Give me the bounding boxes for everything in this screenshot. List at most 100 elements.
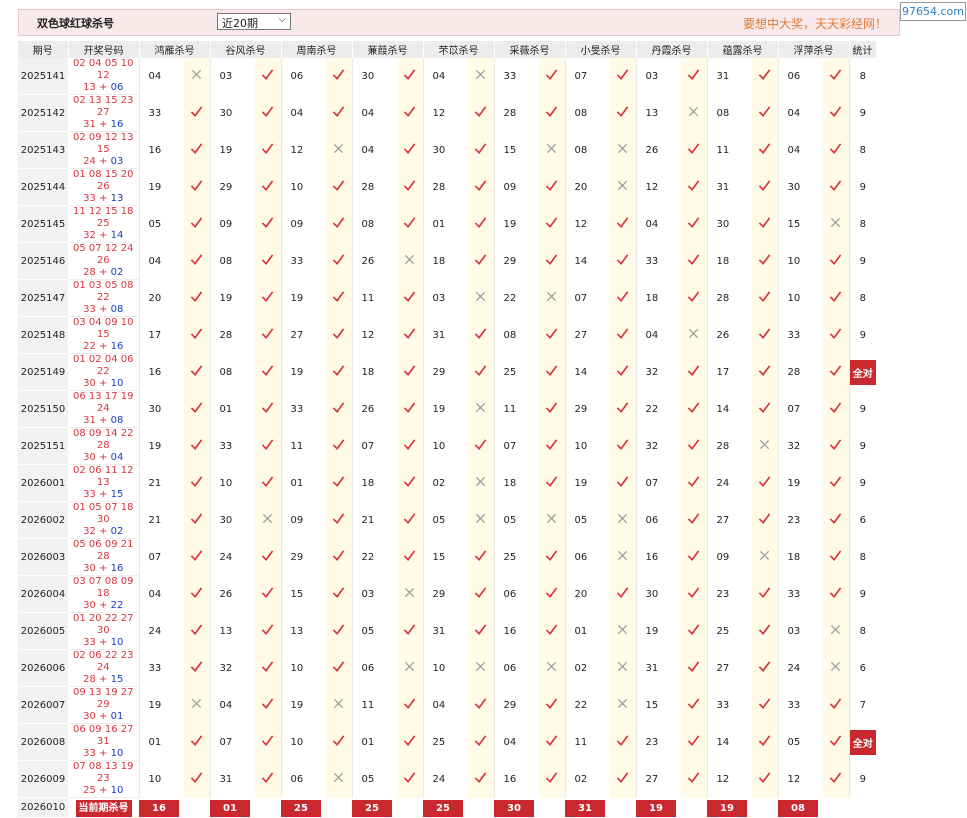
red-ball-last: 28 [83, 267, 96, 278]
hit-count-value: 9 [859, 477, 866, 489]
table-row: 2026004 03 07 08 09 18 30 + 22 04 26 15 03 29 06… [18, 575, 876, 613]
result-mark [255, 538, 281, 576]
check-icon [688, 661, 700, 672]
check-icon [333, 587, 345, 598]
kill-number: 06 [351, 649, 397, 687]
result-mark [255, 686, 281, 724]
column-header[interactable]: 开奖号码 [68, 41, 140, 58]
kill-number: 31 [635, 649, 681, 687]
result-mark [681, 353, 707, 391]
hit-count: 9 [848, 760, 876, 798]
check-icon [759, 365, 771, 376]
kill-number: 19 [280, 279, 326, 317]
kill-number: 12 [777, 760, 823, 798]
check-icon [262, 402, 274, 413]
column-header[interactable]: 丹霞杀号 [635, 41, 708, 58]
kill-number: 16 [493, 612, 539, 650]
kill-number: 04 [777, 131, 823, 169]
kill-number: 10 [564, 427, 610, 465]
result-mark [752, 427, 778, 465]
issue-number: 2025147 [18, 279, 68, 317]
check-icon [688, 69, 700, 81]
cross-icon [618, 513, 628, 524]
table-row: 2025146 05 07 12 24 26 28 + 02 04 08 33 26 18 29… [18, 242, 876, 280]
result-mark [255, 353, 281, 391]
check-icon [759, 513, 771, 524]
check-icon [191, 180, 203, 191]
result-mark [539, 242, 565, 280]
kill-number: 28 [706, 279, 752, 317]
check-icon [688, 476, 700, 487]
current-kill-number: 16 [139, 799, 179, 817]
check-icon [830, 513, 842, 524]
result-mark [823, 760, 849, 798]
kill-number: 18 [351, 353, 397, 391]
result-mark [539, 760, 565, 798]
column-header[interactable]: 蒹葭杀号 [351, 41, 424, 58]
kill-number: 12 [564, 205, 610, 243]
result-mark [184, 279, 210, 317]
draw-numbers: 01 20 22 27 30 33 + 10 [68, 612, 139, 650]
check-icon [830, 328, 842, 339]
check-icon [688, 254, 700, 265]
kill-number: 31 [706, 168, 752, 206]
column-header[interactable]: 统计 [849, 41, 877, 58]
check-icon [404, 476, 416, 487]
check-icon [475, 217, 487, 228]
current-kill-number: 31 [565, 799, 605, 817]
period-select[interactable]: 近20期 ⌵ [217, 13, 291, 30]
result-mark [255, 464, 281, 502]
hit-count-value: 8 [859, 292, 866, 304]
check-icon [191, 402, 203, 413]
hit-count-value: 9 [859, 773, 866, 785]
cross-icon [334, 698, 344, 709]
result-mark [255, 205, 281, 243]
check-icon [759, 328, 771, 339]
column-header[interactable]: 期号 [18, 41, 69, 58]
result-mark [468, 390, 494, 428]
blue-ball: 06 [110, 82, 124, 93]
column-header[interactable]: 浮萍杀号 [777, 41, 850, 58]
result-mark [539, 168, 565, 206]
result-mark [326, 242, 352, 280]
result-mark [752, 168, 778, 206]
table-row: 2025145 11 12 15 18 25 32 + 14 05 09 09 08 01 19… [18, 205, 876, 243]
result-mark [468, 427, 494, 465]
kill-number: 11 [280, 427, 326, 465]
result-mark [610, 686, 636, 724]
blue-ball: 02 [110, 267, 124, 278]
column-header[interactable]: 小旻杀号 [564, 41, 637, 58]
draw-numbers: 02 13 15 23 27 31 + 16 [68, 94, 139, 132]
result-mark [468, 612, 494, 650]
result-mark [255, 168, 281, 206]
check-icon [404, 180, 416, 191]
kill-number: 27 [280, 316, 326, 354]
column-header[interactable]: 周南杀号 [280, 41, 353, 58]
result-mark [468, 723, 494, 761]
cross-icon [476, 291, 486, 302]
check-icon [688, 439, 700, 450]
column-header[interactable]: 蕴露杀号 [706, 41, 779, 58]
table-row: 2026006 02 06 22 23 24 28 + 15 33 32 10 06 10 06… [18, 649, 876, 687]
kill-number: 12 [422, 94, 468, 132]
result-mark [681, 242, 707, 280]
check-icon [475, 587, 487, 598]
check-icon [191, 106, 203, 117]
column-header[interactable]: 采薇杀号 [493, 41, 566, 58]
result-mark [752, 464, 778, 502]
column-header[interactable]: 谷风杀号 [209, 41, 282, 58]
blue-ball: 15 [110, 674, 124, 685]
result-mark [610, 501, 636, 539]
column-header[interactable]: 芣苡杀号 [422, 41, 495, 58]
check-icon [191, 772, 203, 783]
kill-number: 07 [635, 464, 681, 502]
kill-number: 19 [422, 390, 468, 428]
cross-icon [547, 661, 557, 672]
kill-number: 23 [706, 575, 752, 613]
kill-number: 27 [706, 649, 752, 687]
draw-numbers: 05 06 09 21 28 30 + 16 [68, 538, 139, 576]
kill-number: 07 [493, 427, 539, 465]
kill-number: 13 [280, 612, 326, 650]
column-header[interactable]: 鸿雁杀号 [138, 41, 211, 58]
red-ball-last: 32 [83, 230, 96, 241]
